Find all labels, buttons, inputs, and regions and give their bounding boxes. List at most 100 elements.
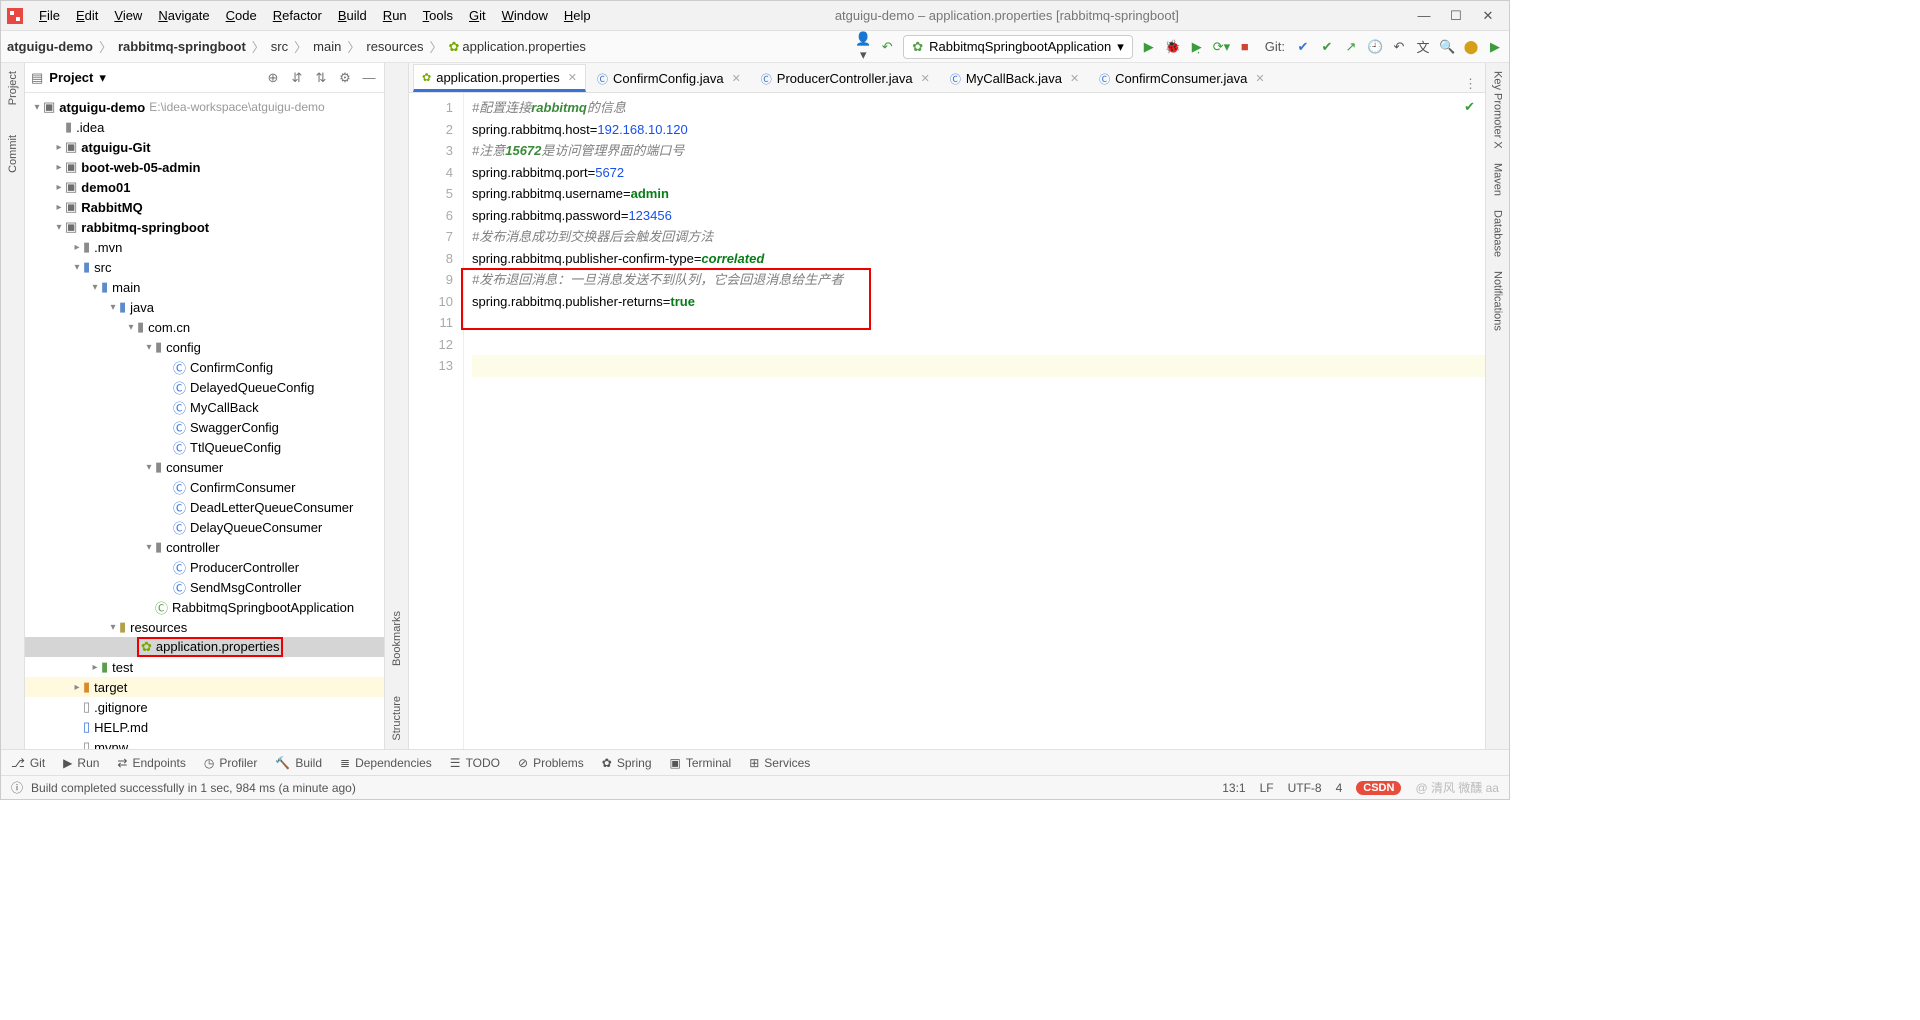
tree-item-atguigu-git[interactable]: ▸▣atguigu-Git (25, 137, 384, 157)
tree-item--gitignore[interactable]: ▯.gitignore (25, 697, 384, 717)
info-icon[interactable]: ⓘ (11, 779, 23, 796)
maximize-button[interactable]: ☐ (1449, 8, 1463, 24)
crumb-0[interactable]: atguigu-demo (7, 39, 93, 54)
tab-close-icon[interactable]: ✕ (921, 72, 930, 85)
tree-item-main[interactable]: ▾▮main (25, 277, 384, 297)
expand-all-icon[interactable]: ⇵ (288, 70, 306, 86)
tree-item-swaggerconfig[interactable]: ⒸSwaggerConfig (25, 417, 384, 437)
file-encoding[interactable]: UTF-8 (1288, 781, 1322, 795)
tab-confirmconfig-java[interactable]: ⒸConfirmConfig.java✕ (588, 64, 750, 92)
profile-icon[interactable]: ⟳▾ (1213, 39, 1229, 55)
code-line-13[interactable] (472, 355, 1485, 377)
code-line-12[interactable] (472, 334, 1485, 356)
tree-item-consumer[interactable]: ▾▮consumer (25, 457, 384, 477)
tree-item--mvn[interactable]: ▸▮.mvn (25, 237, 384, 257)
toolwin-terminal[interactable]: ▣Terminal (670, 756, 732, 770)
toolwin-run[interactable]: ▶Run (63, 756, 99, 770)
git-commit-icon[interactable]: ✔ (1319, 39, 1335, 55)
rail-commit[interactable]: Commit (7, 135, 19, 173)
tree-item-demo01[interactable]: ▸▣demo01 (25, 177, 384, 197)
run-config-selector[interactable]: ✿ RabbitmqSpringbootApplication ▾ (903, 35, 1133, 59)
code-editor[interactable]: 12345678910111213 #配置连接rabbitmq的信息spring… (409, 93, 1485, 749)
minimize-button[interactable]: — (1417, 8, 1431, 24)
tab-producercontroller-java[interactable]: ⒸProducerController.java✕ (752, 64, 939, 92)
tree-item-src[interactable]: ▾▮src (25, 257, 384, 277)
tab-mycallback-java[interactable]: ⒸMyCallBack.java✕ (941, 64, 1088, 92)
back-icon[interactable]: ↶ (879, 39, 895, 55)
tab-close-icon[interactable]: ✕ (1255, 72, 1264, 85)
caret-position[interactable]: 13:1 (1222, 781, 1245, 795)
search-icon[interactable]: 🔍 (1439, 39, 1455, 55)
analysis-ok-icon[interactable]: ✔ (1464, 99, 1475, 115)
tree-item-application-properties[interactable]: ✿application.properties (25, 637, 384, 657)
toolwin-profiler[interactable]: ◷Profiler (204, 756, 258, 770)
tree-item-controller[interactable]: ▾▮controller (25, 537, 384, 557)
menu-view[interactable]: View (108, 6, 148, 25)
tree-item-test[interactable]: ▸▮test (25, 657, 384, 677)
code-line-10[interactable]: spring.rabbitmq.publisher-returns=true (472, 291, 1485, 313)
rail-keypromoter[interactable]: Key Promoter X (1492, 71, 1504, 149)
rail-bookmarks[interactable]: Bookmarks (391, 611, 403, 666)
git-rollback-icon[interactable]: ↶ (1391, 39, 1407, 55)
tree-item-mycallback[interactable]: ⒸMyCallBack (25, 397, 384, 417)
user-icon[interactable]: 👤▾ (855, 31, 871, 63)
code-line-11[interactable] (472, 312, 1485, 334)
code-line-2[interactable]: spring.rabbitmq.host=192.168.10.120 (472, 119, 1485, 141)
menu-file[interactable]: File (33, 6, 66, 25)
code-line-3[interactable]: #注意15672是访问管理界面的端口号 (472, 140, 1485, 162)
toolwin-todo[interactable]: ☰TODO (450, 756, 500, 770)
tree-item-config[interactable]: ▾▮config (25, 337, 384, 357)
tree-item-confirmconfig[interactable]: ⒸConfirmConfig (25, 357, 384, 377)
code-line-5[interactable]: spring.rabbitmq.username=admin (472, 183, 1485, 205)
line-separator[interactable]: LF (1260, 781, 1274, 795)
git-history-icon[interactable]: 🕘 (1367, 39, 1383, 55)
toolwin-git[interactable]: ⎇Git (11, 756, 45, 770)
code-line-7[interactable]: #发布消息成功到交换器后会触发回调方法 (472, 226, 1485, 248)
toolwin-spring[interactable]: ✿Spring (602, 756, 652, 770)
code-line-1[interactable]: #配置连接rabbitmq的信息 (472, 97, 1485, 119)
ide-settings-icon[interactable]: ⬤ (1463, 39, 1479, 55)
toolwin-build[interactable]: 🔨Build (275, 756, 322, 770)
tree-item-help-md[interactable]: ▯HELP.md (25, 717, 384, 737)
stop-icon[interactable]: ■ (1237, 39, 1253, 54)
project-tree[interactable]: ▾▣atguigu-demoE:\idea-workspace\atguigu-… (25, 93, 384, 749)
git-push-icon[interactable]: ↗ (1343, 39, 1359, 55)
tab-close-icon[interactable]: ✕ (568, 71, 577, 84)
indent-label[interactable]: 4 (1336, 781, 1343, 795)
tree-item-producercontroller[interactable]: ⒸProducerController (25, 557, 384, 577)
crumb-4[interactable]: resources (366, 39, 423, 54)
crumb-2[interactable]: src (271, 39, 288, 54)
tree-item-rabbitmq-springboot[interactable]: ▾▣rabbitmq-springboot (25, 217, 384, 237)
menu-window[interactable]: Window (496, 6, 554, 25)
tree-root[interactable]: ▾▣atguigu-demoE:\idea-workspace\atguigu-… (25, 97, 384, 117)
menu-git[interactable]: Git (463, 6, 492, 25)
menu-run[interactable]: Run (377, 6, 413, 25)
rail-structure[interactable]: Structure (391, 696, 403, 741)
toolwin-problems[interactable]: ⊘Problems (518, 756, 584, 770)
tree-item-java[interactable]: ▾▮java (25, 297, 384, 317)
tree-item--idea[interactable]: ▮.idea (25, 117, 384, 137)
hide-icon[interactable]: — (360, 70, 378, 85)
run-anything-icon[interactable]: ▶ (1487, 39, 1503, 55)
tree-item-rabbitmqspringbootapplication[interactable]: ⒸRabbitmqSpringbootApplication (25, 597, 384, 617)
code-line-6[interactable]: spring.rabbitmq.password=123456 (472, 205, 1485, 227)
menu-code[interactable]: Code (220, 6, 263, 25)
toolwin-services[interactable]: ⊞Services (749, 756, 810, 770)
translate-icon[interactable]: 文 (1415, 37, 1431, 56)
tree-item-mvnw[interactable]: ▯mvnw (25, 737, 384, 749)
tree-item-boot-web-05-admin[interactable]: ▸▣boot-web-05-admin (25, 157, 384, 177)
breadcrumb[interactable]: atguigu-demo〉rabbitmq-springboot〉src〉mai… (7, 37, 586, 56)
toolwin-dependencies[interactable]: ≣Dependencies (340, 756, 432, 770)
debug-icon[interactable]: 🐞 (1165, 39, 1181, 55)
close-button[interactable]: ✕ (1481, 8, 1495, 24)
tab-application-properties[interactable]: ✿application.properties✕ (413, 64, 586, 92)
code-body[interactable]: #配置连接rabbitmq的信息spring.rabbitmq.host=192… (464, 93, 1485, 749)
rail-database[interactable]: Database (1492, 210, 1504, 257)
code-line-4[interactable]: spring.rabbitmq.port=5672 (472, 162, 1485, 184)
tree-item-delayqueueconsumer[interactable]: ⒸDelayQueueConsumer (25, 517, 384, 537)
tree-item-confirmconsumer[interactable]: ⒸConfirmConsumer (25, 477, 384, 497)
tab-close-icon[interactable]: ✕ (1070, 72, 1079, 85)
tree-item-sendmsgcontroller[interactable]: ⒸSendMsgController (25, 577, 384, 597)
crumb-3[interactable]: main (313, 39, 341, 54)
git-update-icon[interactable]: ✔ (1295, 39, 1311, 55)
